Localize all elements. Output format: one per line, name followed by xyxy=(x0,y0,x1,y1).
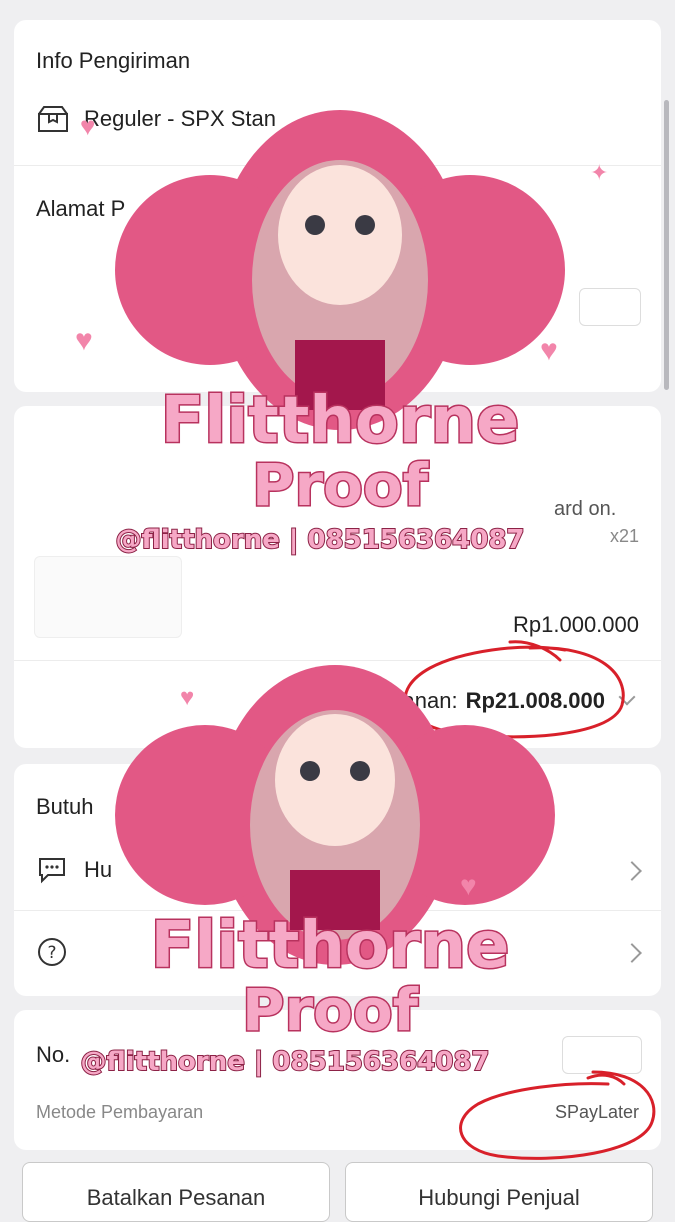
chevron-right-icon xyxy=(622,943,642,963)
chevron-down-icon xyxy=(617,688,639,709)
product-thumbnail[interactable] xyxy=(34,556,182,638)
help-title: Butuh xyxy=(36,794,94,819)
payment-method-label: Metode Pembayaran xyxy=(36,1102,204,1122)
shipping-title: Info Pengiriman xyxy=(36,48,191,73)
product-quantity: x21 xyxy=(609,526,639,546)
package-icon xyxy=(36,104,70,134)
contact-seller-button[interactable]: Hubungi Penjual xyxy=(345,1162,653,1222)
product-name-fragment: ard on. xyxy=(554,498,617,520)
address-title: Alamat P xyxy=(36,196,126,221)
order-total-value: Rp21.008.000 xyxy=(465,688,605,713)
order-total-label: Pesanan: xyxy=(364,688,458,713)
question-circle-icon: ? xyxy=(36,936,68,968)
chat-icon xyxy=(36,855,68,885)
chat-seller-row[interactable]: Hu xyxy=(36,852,661,888)
shipping-card: Info Pengiriman Reguler - SPX Stan Alama… xyxy=(14,20,661,392)
svg-text:?: ? xyxy=(47,943,56,963)
product-price: Rp1.000.000 xyxy=(513,612,639,637)
faq-row[interactable]: ? xyxy=(36,934,661,970)
order-info-card: No. Metode Pembayaran SPayLater xyxy=(14,1010,661,1150)
cancel-order-button[interactable]: Batalkan Pesanan xyxy=(22,1162,330,1222)
order-total-row[interactable]: Pesanan: Rp21.008.000 xyxy=(365,688,639,714)
shipping-service-row[interactable]: Reguler - SPX Stan xyxy=(36,104,661,134)
copy-order-number-button[interactable] xyxy=(562,1036,642,1074)
payment-method-value: SPayLater xyxy=(554,1102,639,1122)
chevron-right-icon xyxy=(622,861,642,881)
copy-button[interactable] xyxy=(579,288,641,326)
scrollbar[interactable] xyxy=(664,100,669,390)
product-card: ard on. x21 Rp1.000.000 Pesanan: Rp21.00… xyxy=(14,406,661,748)
help-card: Butuh Hu ? xyxy=(14,764,661,996)
shipping-service-text: Reguler - SPX Stan xyxy=(84,106,276,131)
